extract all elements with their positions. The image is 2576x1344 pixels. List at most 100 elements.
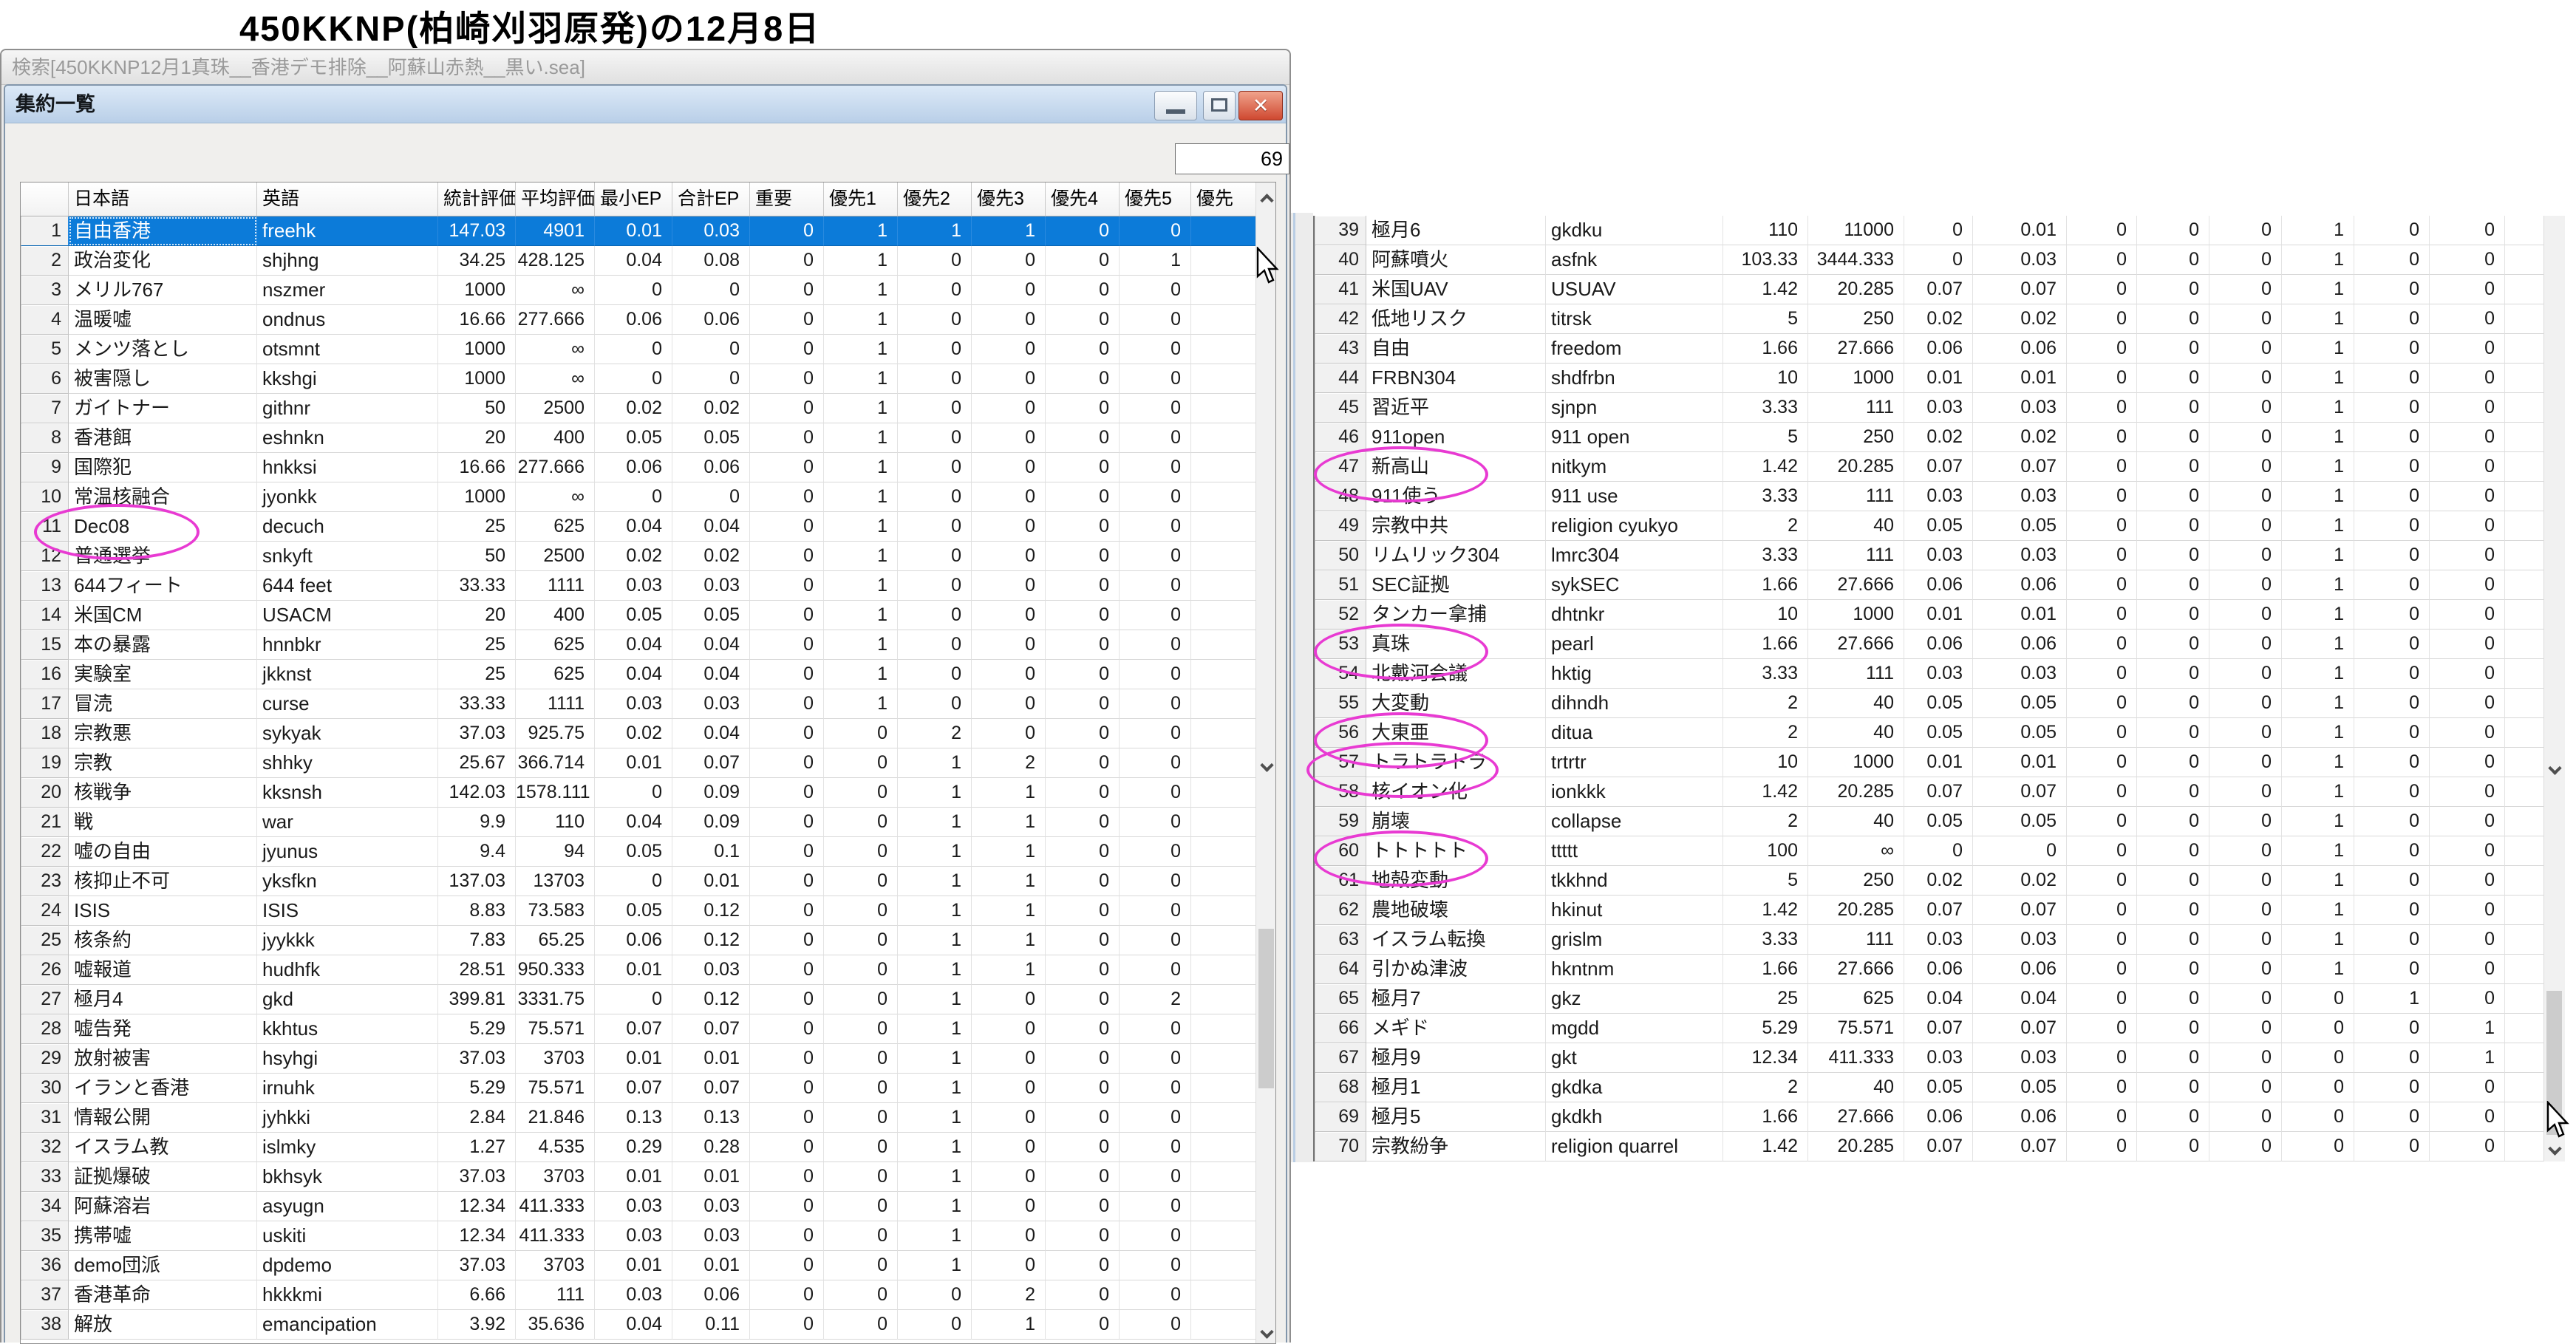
table-row[interactable]: 29放射被害hsyhgi37.0337030.010.01001000 [21, 1044, 1275, 1074]
scroll-up-button[interactable] [1256, 187, 1276, 209]
table-row[interactable]: 38解放emancipation3.9235.6360.040.11000100 [21, 1310, 1275, 1340]
table-row[interactable]: 6被害隠しkkshgi1000∞00010000 [21, 364, 1275, 394]
table-row[interactable]: 54北戴河会議hktig3.331110.030.03000100 [1315, 659, 2545, 689]
table-row[interactable]: 32イスラム教islmky1.274.5350.290.28001000 [21, 1133, 1275, 1162]
left-table-scrollbar[interactable] [1255, 183, 1276, 1344]
scroll-down-button[interactable] [1256, 1323, 1276, 1344]
table-row[interactable]: 31情報公開jyhkki2.8421.8460.130.13001000 [21, 1103, 1275, 1133]
cell-value: 0 [2209, 689, 2282, 718]
column-header[interactable]: 優先 [1191, 183, 1256, 216]
table-row[interactable]: 39極月6gkdku1101100000.01000100 [1315, 216, 2545, 245]
table-row[interactable]: 67極月9gkt12.34411.3330.030.03000001 [1315, 1043, 2545, 1073]
table-row[interactable]: 51SEC証拠sykSEC1.6627.6660.060.06000100 [1315, 570, 2545, 600]
table-row[interactable]: 55大変動dihndh2400.050.05000100 [1315, 689, 2545, 718]
table-row[interactable]: 36demo団派dpdemo37.0337030.010.01001000 [21, 1251, 1275, 1280]
table-row[interactable]: 45習近平sjnpn3.331110.030.03000100 [1315, 393, 2545, 423]
column-header[interactable]: 合計EP [672, 183, 750, 216]
table-row[interactable]: 12普通選挙snkyft5025000.020.02010000 [21, 542, 1275, 571]
table-row[interactable]: 5メンツ落としotsmnt1000∞00010000 [21, 335, 1275, 364]
table-row[interactable]: 43自由freedom1.6627.6660.060.06000100 [1315, 334, 2545, 364]
scrollbar-thumb[interactable] [2546, 991, 2562, 1135]
table-row[interactable]: 40阿蘇噴火asfnk103.333444.33300.03000100 [1315, 245, 2545, 275]
table-row[interactable]: 1自由香港freehk147.0349010.010.03011100 [21, 216, 1275, 246]
table-row[interactable]: 23核抑止不可yksfkn137.031370300.01001100 [21, 867, 1275, 896]
table-row[interactable]: 46911open911 open52500.020.02000100 [1315, 423, 2545, 452]
table-row[interactable]: 62農地破壊hkinut1.4220.2850.070.07000100 [1315, 896, 2545, 925]
table-row[interactable]: 70宗教紛争religion quarrel1.4220.2850.070.07… [1315, 1132, 2545, 1161]
table-row[interactable]: 24ISISISIS8.8373.5830.050.12001100 [21, 896, 1275, 926]
table-row[interactable]: 20核戦争kksnsh142.031578.11100.09001100 [21, 778, 1275, 808]
table-row[interactable]: 66メギドmgdd5.2975.5710.070.07000001 [1315, 1014, 2545, 1043]
table-row[interactable]: 17冒涜curse33.3311110.030.03010000 [21, 689, 1275, 719]
table-row[interactable]: 41米国UAVUSUAV1.4220.2850.070.07000100 [1315, 275, 2545, 304]
table-row[interactable]: 61地殻変動tkkhnd52500.020.02000100 [1315, 866, 2545, 896]
table-row[interactable]: 13644フィート644 feet33.3311110.030.03010000 [21, 571, 1275, 601]
table-row[interactable]: 2政治変化shjhng34.25428.1250.040.08010001 [21, 246, 1275, 276]
table-row[interactable]: 27極月4gkd399.813331.7500.12001002 [21, 985, 1275, 1014]
table-row[interactable]: 9国際犯hnkksi16.66277.6660.060.06010000 [21, 453, 1275, 482]
scroll-down-button[interactable] [1256, 756, 1276, 778]
table-row[interactable]: 22嘘の自由jyunus9.4940.050.1001100 [21, 837, 1275, 867]
table-row[interactable]: 33証拠爆破bkhsyk37.0337030.010.01001000 [21, 1162, 1275, 1192]
table-row[interactable]: 28嘘告発kkhtus5.2975.5710.070.07001000 [21, 1014, 1275, 1044]
table-row[interactable]: 64引かぬ津波hkntnm1.6627.6660.060.06000100 [1315, 955, 2545, 984]
table-row[interactable]: 4温暖嘘ondnus16.66277.6660.060.06010000 [21, 305, 1275, 335]
table-row[interactable]: 37香港革命hkkkmi6.661110.030.06000200 [21, 1280, 1275, 1310]
column-header[interactable]: 最小EP [595, 183, 672, 216]
table-row[interactable]: 69極月5gkdkh1.6627.6660.060.06000000 [1315, 1102, 2545, 1132]
table-row[interactable]: 16実験室jkknst256250.040.04010000 [21, 660, 1275, 689]
table-row[interactable]: 57トラトラトラtrtrtr1010000.010.01000100 [1315, 748, 2545, 777]
table-row[interactable]: 59崩壊collapse2400.050.05000100 [1315, 807, 2545, 836]
scroll-down-button[interactable] [2544, 759, 2565, 781]
table-row[interactable]: 65極月7gkz256250.040.04000010 [1315, 984, 2545, 1014]
table-row[interactable]: 68極月1gkdka2400.050.05000000 [1315, 1073, 2545, 1102]
table-row[interactable]: 60トトトトトttttt100∞00000100 [1315, 836, 2545, 866]
column-header[interactable]: 優先4 [1046, 183, 1120, 216]
table-row[interactable]: 44FRBN304shdfrbn1010000.010.01000100 [1315, 364, 2545, 393]
table-row[interactable]: 53真珠pearl1.6627.6660.060.06000100 [1315, 630, 2545, 659]
table-row[interactable]: 25核条約jyykkk7.8365.250.060.12001100 [21, 926, 1275, 955]
table-row[interactable]: 30イランと香港irnuhk5.2975.5710.070.07001000 [21, 1074, 1275, 1103]
column-header[interactable]: 重要 [750, 183, 824, 216]
record-count-field[interactable]: 69 [1175, 143, 1289, 174]
table-row[interactable]: 10常温核融合jyonkk1000∞00010000 [21, 482, 1275, 512]
column-header[interactable]: 統計評価 [438, 183, 516, 216]
column-header[interactable]: 平均評価 [516, 183, 595, 216]
search-window-titlebar[interactable]: 検索[450KKNP12月1真珠__香港デモ排除__阿蘇山赤熱__黒い.sea] [1, 50, 1289, 85]
table-row[interactable]: 42低地リスクtitrsk52500.020.02000100 [1315, 304, 2545, 334]
close-button[interactable]: ✕ [1238, 91, 1283, 120]
column-header[interactable]: 優先5 [1120, 183, 1191, 216]
table-row[interactable]: 18宗教悪sykyak37.03925.750.020.04002000 [21, 719, 1275, 748]
maximize-button[interactable] [1203, 91, 1236, 120]
scrollbar-thumb[interactable] [1258, 929, 1274, 1088]
table-row[interactable]: 3メリル767nszmer1000∞00010000 [21, 276, 1275, 305]
table-row[interactable]: 7ガイトナーgithnr5025000.020.02010000 [21, 394, 1275, 423]
table-row[interactable]: 26嘘報道hudhfk28.51950.3330.010.03001100 [21, 955, 1275, 985]
table-row[interactable]: 47新高山nitkym1.4220.2850.070.07000100 [1315, 452, 2545, 482]
table-row[interactable]: 21戦war9.91100.040.09001100 [21, 808, 1275, 837]
table-row[interactable]: 35携帯嘘uskiti12.34411.3330.030.03001000 [21, 1221, 1275, 1251]
table-row[interactable]: 49宗教中共religion cyukyo2400.050.05000100 [1315, 511, 2545, 541]
table-row[interactable]: 56大東亜ditua2400.050.05000100 [1315, 718, 2545, 748]
column-header[interactable]: 優先3 [972, 183, 1046, 216]
table-row[interactable]: 19宗教shhky25.67366.7140.010.07001200 [21, 748, 1275, 778]
table-row[interactable]: 58核イオン化ionkkk1.4220.2850.070.07000100 [1315, 777, 2545, 807]
column-header[interactable]: 優先2 [898, 183, 972, 216]
table-row[interactable]: 50リムリック304lmrc3043.331110.030.03000100 [1315, 541, 2545, 570]
column-header[interactable]: 優先1 [824, 183, 898, 216]
table-row[interactable]: 52タンカー拿捕dhtnkr1010000.010.01000100 [1315, 600, 2545, 630]
column-header[interactable]: 日本語 [69, 183, 257, 216]
table-row[interactable]: 34阿蘇溶岩asyugn12.34411.3330.030.03001000 [21, 1192, 1275, 1221]
minimize-button[interactable] [1154, 91, 1197, 120]
cell-value: 1 [972, 926, 1046, 955]
table-row[interactable]: 48911使う911 use3.331110.030.03000100 [1315, 482, 2545, 511]
table-row[interactable]: 8香港餌eshnkn204000.050.05010000 [21, 423, 1275, 453]
table-row[interactable]: 63イスラム転換grislm3.331110.030.03000100 [1315, 925, 2545, 955]
scroll-down-button[interactable] [2544, 1139, 2565, 1161]
table-row[interactable]: 11Dec08decuch256250.040.04010000 [21, 512, 1275, 542]
column-header[interactable]: 英語 [257, 183, 438, 216]
right-table-scrollbar[interactable] [2543, 216, 2565, 1161]
aggregate-window-titlebar[interactable]: 集約一覧 [5, 86, 1286, 123]
table-row[interactable]: 14米国CMUSACM204000.050.05010000 [21, 601, 1275, 630]
table-row[interactable]: 15本の暴露hnnbkr256250.040.04010000 [21, 630, 1275, 660]
